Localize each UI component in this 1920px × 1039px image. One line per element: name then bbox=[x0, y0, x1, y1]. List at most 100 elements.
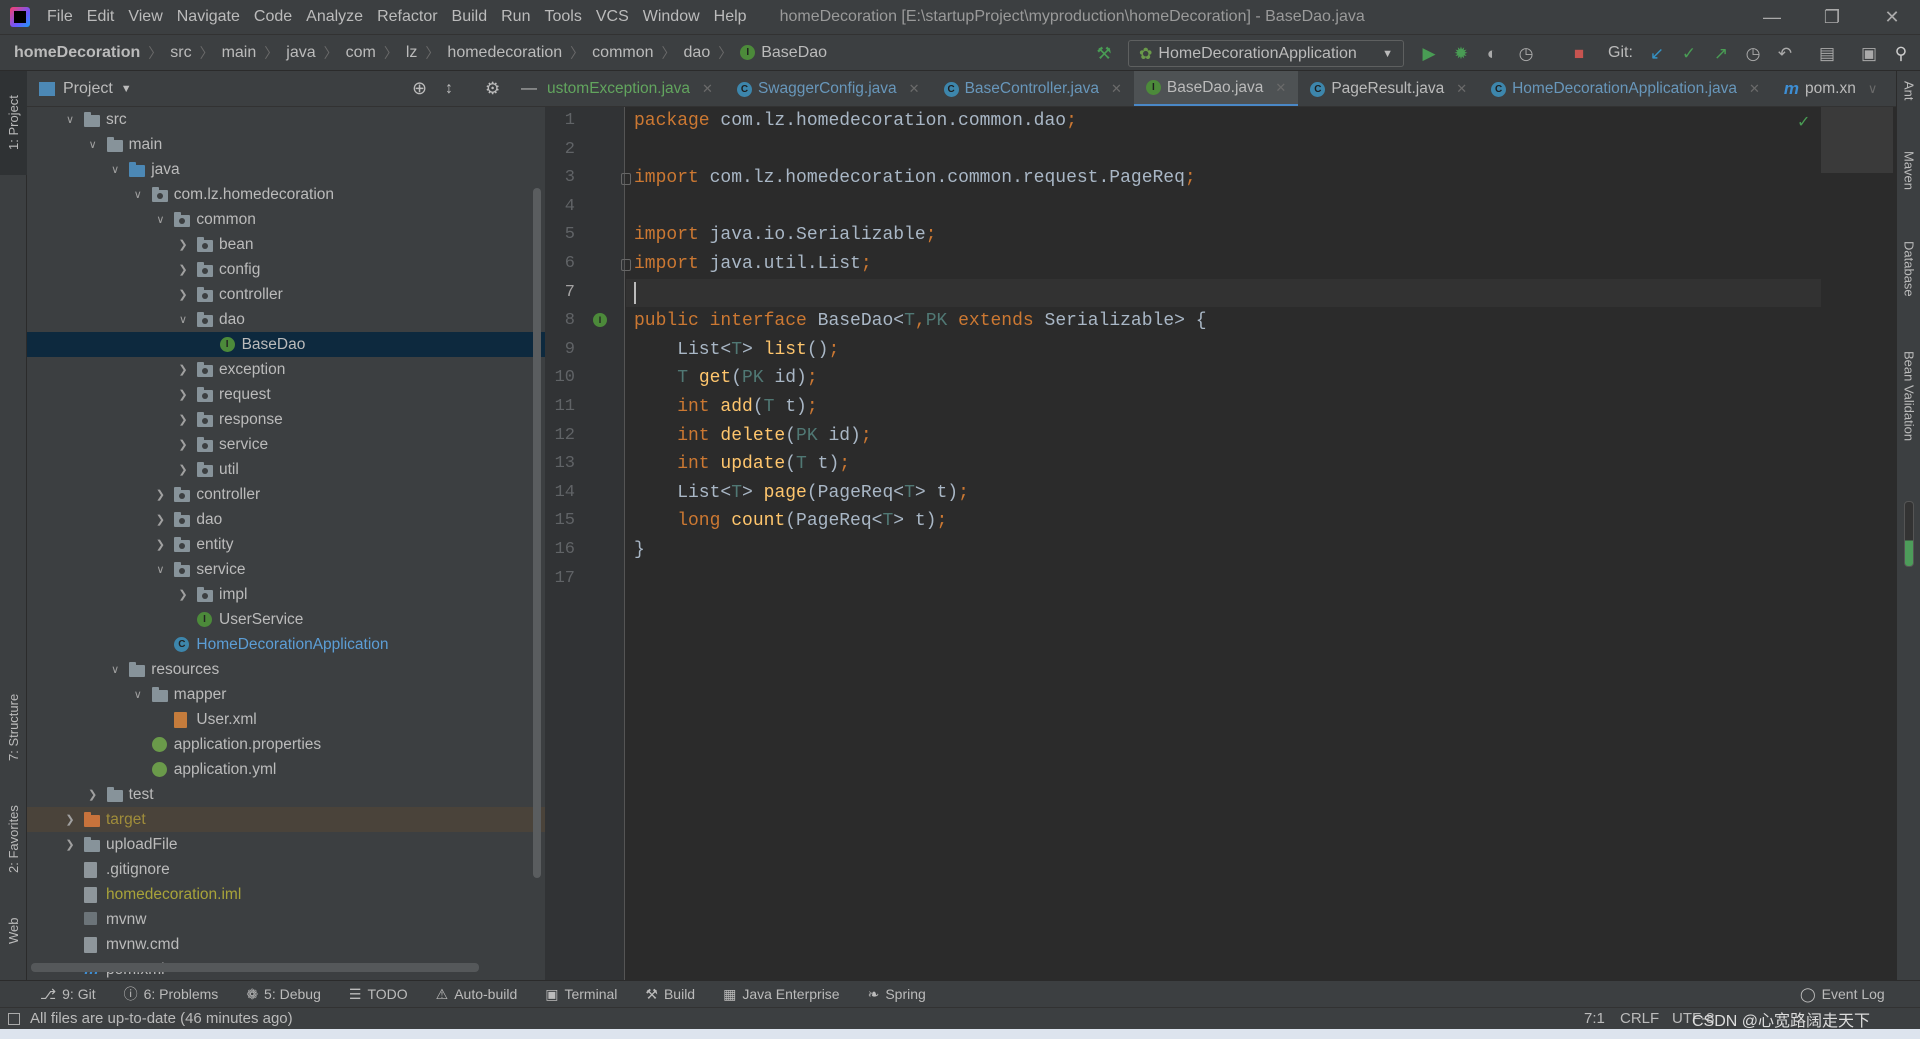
bottom-tab-auto-build[interactable]: ⚠ Auto-build bbox=[436, 984, 518, 1004]
chevron-right-icon[interactable]: ❯ bbox=[64, 838, 76, 851]
chevron-down-icon[interactable]: ∨ bbox=[87, 138, 99, 151]
breadcrumb-item[interactable]: BaseDao bbox=[761, 44, 827, 62]
breadcrumb-item[interactable]: main bbox=[222, 44, 257, 62]
close-icon[interactable]: ✕ bbox=[1456, 81, 1467, 97]
tool-tab-maven[interactable]: Maven bbox=[1897, 151, 1920, 231]
tree-item[interactable]: I BaseDao bbox=[27, 332, 545, 357]
inspection-ok-icon[interactable]: ✓ bbox=[1797, 112, 1810, 132]
git-update-icon[interactable]: ↙ bbox=[1646, 43, 1668, 65]
profiler-icon[interactable]: ◷ bbox=[1515, 43, 1537, 65]
code-minimap[interactable] bbox=[1821, 107, 1893, 173]
breadcrumb-item[interactable]: dao bbox=[684, 44, 711, 62]
close-icon[interactable]: ✕ bbox=[1111, 81, 1122, 97]
close-icon[interactable]: ✕ bbox=[909, 81, 920, 97]
menu-tools[interactable]: Tools bbox=[537, 8, 588, 26]
tree-item[interactable]: ∨ dao bbox=[27, 307, 545, 332]
debug-icon[interactable]: ✹ bbox=[1450, 43, 1472, 65]
stop-icon[interactable]: ■ bbox=[1568, 43, 1590, 65]
project-view-dropdown[interactable]: Project bbox=[63, 80, 113, 98]
tree-item[interactable]: ∨ resources bbox=[27, 657, 545, 682]
minimize-icon[interactable]: — bbox=[1748, 0, 1796, 35]
bottom-tab-todo[interactable]: ☰ TODO bbox=[349, 984, 408, 1004]
tree-item[interactable]: ❯ test bbox=[27, 782, 545, 807]
tree-item[interactable]: ❯ controller bbox=[27, 282, 545, 307]
tree-item[interactable]: ❯ target bbox=[27, 807, 545, 832]
tab-homedecorationapplication-java[interactable]: C HomeDecorationApplication.java ✕ bbox=[1479, 71, 1772, 106]
tool-tab-favorites[interactable]: 2: Favorites bbox=[0, 791, 27, 887]
chevron-down-icon[interactable]: ∨ bbox=[64, 113, 76, 126]
tree-item[interactable]: ❯ entity bbox=[27, 532, 545, 557]
caret-position[interactable]: 7:1 bbox=[1584, 1010, 1605, 1027]
bottom-tab-5-debug[interactable]: ❁ 5: Debug bbox=[246, 984, 321, 1004]
tree-item[interactable]: ∨ common bbox=[27, 207, 545, 232]
chevron-right-icon[interactable]: ❯ bbox=[177, 588, 189, 601]
close-icon[interactable]: ✕ bbox=[1275, 80, 1286, 96]
bottom-tab-6-problems[interactable]: ⓘ 6: Problems bbox=[124, 984, 219, 1004]
tree-item[interactable]: .gitignore bbox=[27, 857, 545, 882]
tree-item[interactable]: ∨ src bbox=[27, 107, 545, 132]
tab-swaggerconfig-java[interactable]: C SwaggerConfig.java ✕ bbox=[725, 71, 932, 106]
chevron-right-icon[interactable]: ❯ bbox=[87, 788, 99, 801]
menu-window[interactable]: Window bbox=[636, 8, 707, 26]
chevron-right-icon[interactable]: ❯ bbox=[177, 438, 189, 451]
git-commit-icon[interactable]: ✓ bbox=[1678, 43, 1700, 65]
breadcrumb-item[interactable]: homeDecoration bbox=[14, 44, 140, 62]
menu-code[interactable]: Code bbox=[247, 8, 299, 26]
menu-refactor[interactable]: Refactor bbox=[370, 8, 444, 26]
menu-run[interactable]: Run bbox=[494, 8, 537, 26]
presentation-icon[interactable]: ▣ bbox=[1858, 43, 1880, 65]
coverage-icon[interactable]: ◐ bbox=[1481, 43, 1503, 65]
breadcrumb-item[interactable]: java bbox=[286, 44, 315, 62]
locate-icon[interactable]: ⊕ bbox=[412, 78, 427, 99]
gear-icon[interactable]: ⚙ bbox=[485, 79, 500, 99]
breadcrumb-item[interactable]: src bbox=[170, 44, 191, 62]
tree-item[interactable]: ❯ service bbox=[27, 432, 545, 457]
chevron-right-icon[interactable]: ❯ bbox=[177, 463, 189, 476]
tree-item[interactable]: application.properties bbox=[27, 732, 545, 757]
build-hammer-icon[interactable]: ⚒ bbox=[1093, 43, 1115, 65]
bottom-tab-spring[interactable]: ❧ Spring bbox=[868, 984, 926, 1004]
tree-item[interactable]: ❯ response bbox=[27, 407, 545, 432]
tool-tab-database[interactable]: Database bbox=[1897, 241, 1920, 341]
hide-icon[interactable]: — bbox=[521, 80, 537, 98]
tree-item[interactable]: ❯ uploadFile bbox=[27, 832, 545, 857]
bottom-tab-build[interactable]: ⚒ Build bbox=[645, 984, 695, 1004]
fold-icon[interactable] bbox=[621, 259, 631, 271]
tree-item[interactable]: ∨ main bbox=[27, 132, 545, 157]
tree-item[interactable]: ❯ dao bbox=[27, 507, 545, 532]
tree-item[interactable]: ❯ controller bbox=[27, 482, 545, 507]
chevron-right-icon[interactable]: ❯ bbox=[177, 413, 189, 426]
tool-tab-structure[interactable]: 7: Structure bbox=[0, 671, 27, 783]
tool-tab-ant[interactable]: Ant bbox=[1897, 81, 1920, 141]
chevron-right-icon[interactable]: ❯ bbox=[177, 238, 189, 251]
chevron-right-icon[interactable]: ❯ bbox=[177, 288, 189, 301]
run-config-dropdown[interactable]: ✿ HomeDecorationApplication ▼ bbox=[1128, 40, 1404, 67]
collapse-all-icon[interactable]: ↕ bbox=[445, 80, 453, 98]
run-icon[interactable]: ▶ bbox=[1418, 43, 1440, 65]
breadcrumb-item[interactable]: com bbox=[346, 44, 376, 62]
menu-navigate[interactable]: Navigate bbox=[170, 8, 247, 26]
bottom-tab-terminal[interactable]: ▣ Terminal bbox=[545, 984, 617, 1004]
chevron-down-icon[interactable]: ∨ bbox=[1868, 81, 1878, 97]
close-icon[interactable]: ✕ bbox=[702, 81, 713, 97]
bottom-tab-java-enterprise[interactable]: ▦ Java Enterprise bbox=[723, 984, 840, 1004]
memory-indicator[interactable] bbox=[1904, 501, 1914, 567]
menu-edit[interactable]: Edit bbox=[80, 8, 122, 26]
breadcrumb-item[interactable]: lz bbox=[406, 44, 418, 62]
chevron-right-icon[interactable]: ❯ bbox=[154, 488, 166, 501]
tree-item[interactable]: I UserService bbox=[27, 607, 545, 632]
tree-item[interactable]: User.xml bbox=[27, 707, 545, 732]
chevron-down-icon[interactable]: ∨ bbox=[109, 663, 121, 676]
chevron-down-icon[interactable]: ∨ bbox=[132, 188, 144, 201]
chevron-right-icon[interactable]: ❯ bbox=[177, 263, 189, 276]
close-icon[interactable]: ✕ bbox=[1868, 0, 1916, 35]
menu-build[interactable]: Build bbox=[445, 8, 495, 26]
tree-item[interactable]: ∨ com.lz.homedecoration bbox=[27, 182, 545, 207]
tree-item[interactable]: C HomeDecorationApplication bbox=[27, 632, 545, 657]
chevron-down-icon[interactable]: ∨ bbox=[109, 163, 121, 176]
project-scrollbar[interactable] bbox=[533, 188, 541, 878]
breadcrumb-item[interactable]: homedecoration bbox=[447, 44, 562, 62]
git-push-icon[interactable]: ↗ bbox=[1710, 43, 1732, 65]
breadcrumb-item[interactable]: common bbox=[592, 44, 653, 62]
chevron-down-icon[interactable]: ∨ bbox=[132, 688, 144, 701]
